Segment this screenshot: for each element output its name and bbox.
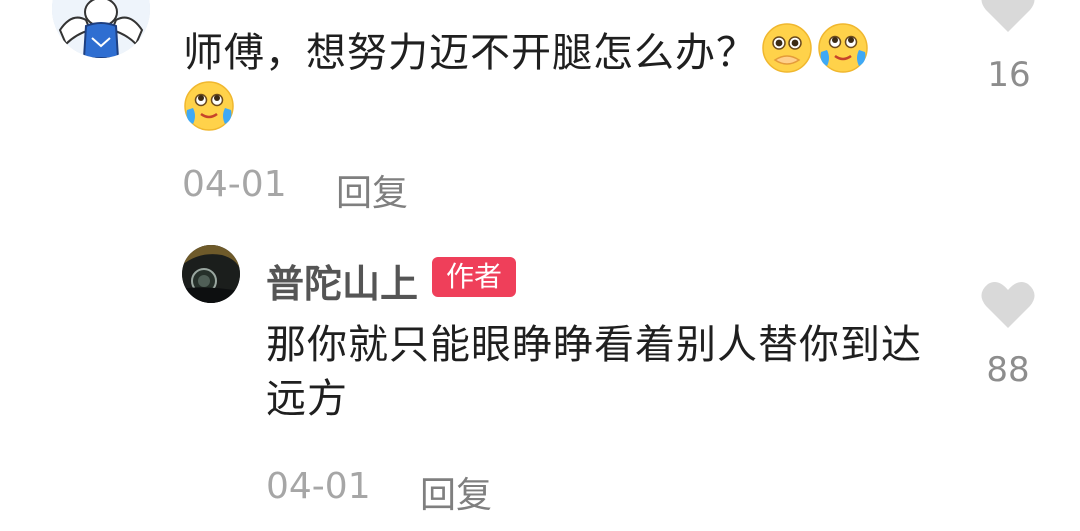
- crying-laugh-icon: [183, 80, 235, 132]
- comment-reply-button[interactable]: 回复: [336, 164, 408, 216]
- reply-reply-button[interactable]: 回复: [420, 466, 492, 518]
- landscape-avatar-icon: [182, 245, 240, 303]
- comment-text: 师傅，想努力迈不开腿怎么办？: [183, 22, 943, 138]
- comment-like-button[interactable]: [980, 0, 1036, 38]
- author-name[interactable]: 普陀山上: [266, 253, 418, 308]
- comment-body: 师傅，想努力迈不开腿怎么办？: [183, 30, 757, 76]
- author-badge: 作者: [432, 257, 516, 297]
- reply-date: 04-01: [266, 466, 371, 507]
- reply-like-count: 88: [986, 350, 1030, 390]
- cartoon-avatar-icon: [52, 0, 150, 58]
- commenter-avatar[interactable]: [52, 0, 150, 58]
- heart-icon: [981, 282, 1035, 328]
- comment-like-count: 16: [987, 55, 1031, 95]
- author-avatar[interactable]: [182, 245, 240, 303]
- comment-date: 04-01: [182, 164, 287, 205]
- pleading-face-icon: [761, 22, 813, 74]
- heart-icon: [981, 0, 1035, 32]
- reply-text: 那你就只能眼睁睁看着别人替你到达远方: [266, 322, 922, 422]
- reply-like-button[interactable]: [980, 280, 1036, 334]
- crying-laugh-icon: [817, 22, 869, 74]
